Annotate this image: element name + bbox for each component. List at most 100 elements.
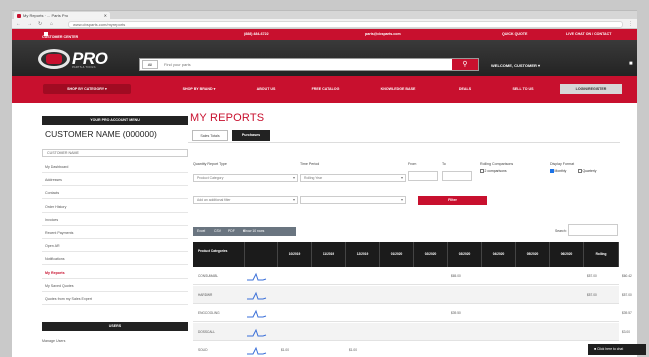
chevron-down-icon: ▾ xyxy=(400,175,403,180)
sidebar-item-quotes-from-my-sales-expert[interactable]: Quotes from my Sales Expert xyxy=(42,294,188,305)
manage-users-link[interactable]: Manage Users xyxy=(42,339,65,343)
to-input[interactable] xyxy=(442,171,472,181)
page-title: MY REPORTS xyxy=(190,112,265,124)
customer-select[interactable]: CUSTOMER NAME xyxy=(42,149,188,157)
column-header-01-2020[interactable]: 01/2020 xyxy=(380,242,414,267)
column-header-04-2020[interactable]: 04/2020 xyxy=(482,242,516,267)
home-icon[interactable]: ⌂ xyxy=(50,20,53,28)
nav-shop-by-brand[interactable]: SHOP BY BRAND ▾ xyxy=(168,84,230,94)
time-period-select[interactable]: Rolling Year ▾ xyxy=(300,174,406,182)
search-category-select[interactable]: All xyxy=(142,60,158,69)
column-header-rolling[interactable]: Rolling xyxy=(584,242,619,267)
from-input[interactable] xyxy=(408,171,438,181)
sidebar-item-notifications[interactable]: Notifications xyxy=(42,254,188,266)
favicon-icon xyxy=(17,14,21,18)
nav-about-us[interactable]: ABOUT US xyxy=(250,84,282,94)
address-bar[interactable]: www.cbsparts.com/myreports xyxy=(68,20,623,28)
chevron-down-icon: ▾ xyxy=(400,197,403,202)
table-cell: $60.42 xyxy=(622,274,632,278)
logo-tagline: PARTS & TOOLS xyxy=(72,65,96,69)
table-cell: $65.00 xyxy=(451,274,461,278)
forward-icon[interactable]: → xyxy=(27,20,32,28)
column-header-02-2020[interactable]: 02/2020 xyxy=(414,242,448,267)
reload-icon[interactable]: ↻ xyxy=(38,20,42,28)
column-header-05-2020[interactable]: 05/2020 xyxy=(516,242,550,267)
display-monthly-radio[interactable]: Monthly xyxy=(550,169,566,173)
nav-knowledge-base[interactable]: KNOWLEDGE BASE xyxy=(369,84,427,94)
from-label: From xyxy=(408,162,417,166)
sidebar-item-open-ar[interactable]: Open AR xyxy=(42,241,188,253)
column-header-trend[interactable] xyxy=(245,242,278,267)
welcome-menu[interactable]: WELCOME, CUSTOMER ▾ xyxy=(491,63,540,68)
search-button[interactable]: ⚲ xyxy=(452,59,478,70)
top-strip: CUSTOMER CENTER (888) 484-6722 parts@cbs… xyxy=(12,29,637,40)
nav-free-catalog[interactable]: FREE CATALOG xyxy=(303,84,348,94)
site-logo[interactable]: PRO PARTS & TOOLS xyxy=(38,49,134,71)
column-header-12-2019[interactable]: 12/2019 xyxy=(346,242,380,267)
additional-filter-value-select[interactable]: ▾ xyxy=(300,196,406,204)
browser-menu-icon[interactable]: ⋮ xyxy=(628,20,633,28)
quick-quote-link[interactable]: QUICK QUOTE xyxy=(502,32,527,36)
sidebar-item-my-reports[interactable]: My Reports xyxy=(42,268,188,279)
table-row: ENGCOOLING $39.50 $39.57 xyxy=(193,304,632,322)
column-header-06-2020[interactable]: 06/2020 xyxy=(550,242,584,267)
export-csv-button[interactable]: CSV xyxy=(214,227,221,236)
display-format-label: Display Format xyxy=(550,162,575,166)
filter-button[interactable]: Filter xyxy=(418,196,487,205)
site-header: PRO PARTS & TOOLS All ⚲ WELCOME, CUSTOME… xyxy=(12,40,637,76)
live-chat-link[interactable]: LIVE CHAT ON / CONTACT xyxy=(566,32,611,36)
column-header-product-categories[interactable]: Product Categories xyxy=(193,242,245,267)
account-menu-header: YOUR PRO ACCOUNT MENU xyxy=(42,116,188,125)
tab-sales-totals[interactable]: Sales Totals xyxy=(192,130,228,141)
sidebar-item-contacts[interactable]: Contacts xyxy=(42,188,188,200)
sidebar-item-order-history[interactable]: Order History xyxy=(42,202,188,213)
column-header-03-2020[interactable]: 03/2020 xyxy=(448,242,482,267)
users-header: USERS xyxy=(42,322,188,331)
back-icon[interactable]: ← xyxy=(16,20,21,28)
search-input[interactable] xyxy=(161,59,451,70)
sidebar-item-recent-payments[interactable]: Recent Payments xyxy=(42,228,188,239)
sparkline-icon xyxy=(247,328,267,336)
main-nav: SHOP BY CATEGORY ▾ SHOP BY BRAND ▾ ABOUT… xyxy=(12,76,637,103)
table-row: SOLID$1.00$1.00$1.00 xyxy=(193,341,630,357)
cart-icon[interactable]: ■ xyxy=(629,61,633,67)
table-cell: $1.00 xyxy=(281,348,289,352)
browser-tab-strip: My Reports · ... Parts Pro ✕ xyxy=(12,10,637,20)
table-search-input[interactable] xyxy=(568,224,618,236)
customer-center-link[interactable]: CUSTOMER CENTER xyxy=(42,32,78,39)
browser-tab-title: My Reports · ... Parts Pro xyxy=(23,13,69,18)
logo-emblem-center xyxy=(46,54,62,64)
sidebar-item-invoices[interactable]: Invoices xyxy=(42,215,188,226)
sparkline-icon xyxy=(247,291,267,299)
tab-purchases[interactable]: Purchases xyxy=(232,130,270,141)
export-excel-button[interactable]: Excel xyxy=(197,227,205,236)
show-rows-button[interactable]: Show 10 rows ▾ xyxy=(243,227,264,236)
nav-shop-by-category[interactable]: SHOP BY CATEGORY ▾ xyxy=(43,84,131,94)
phone-link[interactable]: (888) 484-6722 xyxy=(244,32,269,36)
export-pdf-button[interactable]: PDF xyxy=(228,227,235,236)
chat-toast[interactable]: ■ Click here to chat xyxy=(588,344,646,355)
sidebar-item-my-dashboard[interactable]: My Dashboard xyxy=(42,162,188,173)
radio-icon xyxy=(550,169,554,173)
sparkline-icon xyxy=(247,346,267,355)
table-cell: $39.57 xyxy=(622,311,632,315)
column-header-11-2019[interactable]: 11/2019 xyxy=(312,242,346,267)
nav-deals[interactable]: DEALS xyxy=(452,84,478,94)
additional-filter-select[interactable]: Add an additional filter ▾ xyxy=(193,196,298,204)
login-register-button[interactable]: LOGIN/REGISTER xyxy=(560,84,622,94)
report-type-select[interactable]: Product Category ▾ xyxy=(193,174,298,182)
rolling-comparisons-label: Rolling Comparisons xyxy=(480,162,514,166)
nav-sell-to-us[interactable]: SELL TO US xyxy=(502,84,544,94)
sidebar-item-addresses[interactable]: Addresses xyxy=(42,175,188,187)
browser-toolbar: ← → ↻ ⌂ www.cbsparts.com/myreports ⋮ xyxy=(12,19,637,29)
row-category: SOLID xyxy=(198,348,208,352)
rolling-comparisons-checkbox[interactable]: 2 comparisons xyxy=(480,169,507,173)
sidebar-item-my-saved-quotes[interactable]: My Saved Quotes xyxy=(42,281,188,292)
sparkline-icon xyxy=(247,309,267,318)
table-search-label: Search: xyxy=(555,229,567,233)
table-cell: $3.00 xyxy=(622,329,630,334)
search-bar: All ⚲ xyxy=(139,58,479,71)
email-link[interactable]: parts@cbsparts.com xyxy=(365,32,401,36)
column-header-10-2019[interactable]: 10/2019 xyxy=(278,242,312,267)
display-quarterly-radio[interactable]: Quarterly xyxy=(578,169,596,173)
